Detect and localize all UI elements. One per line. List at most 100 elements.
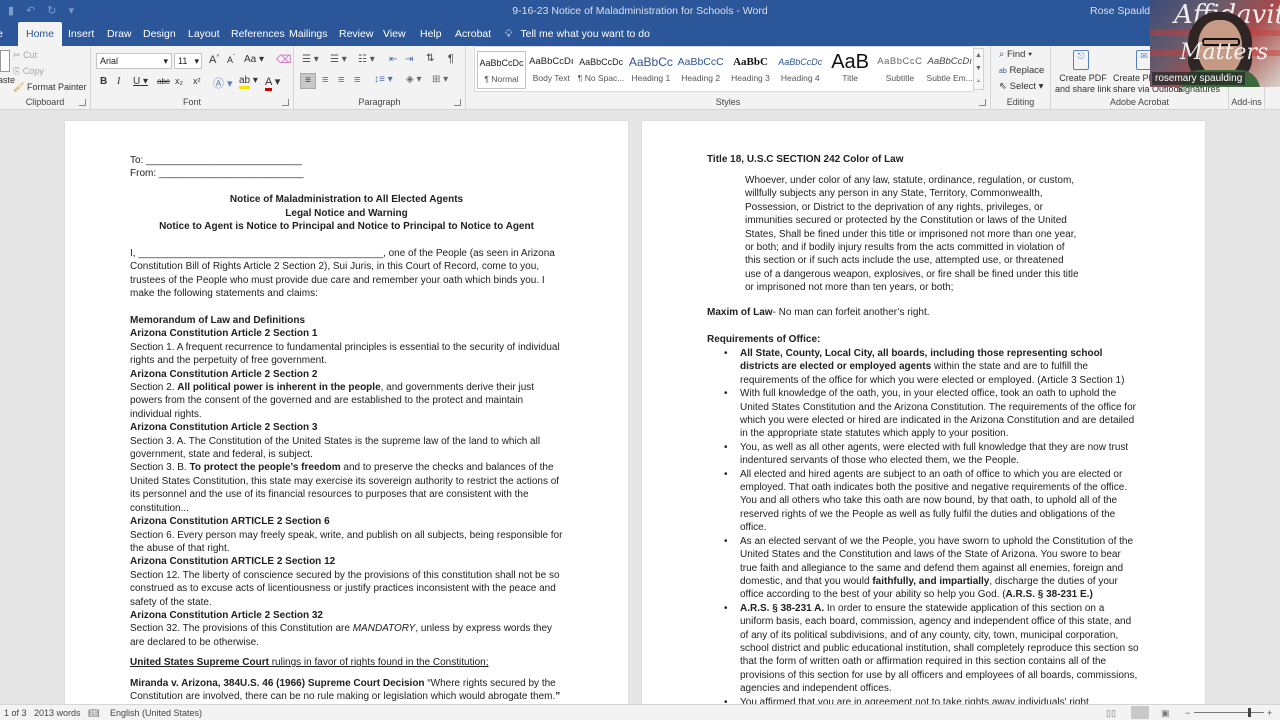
to-line[interactable]: To: ____________________________ (130, 154, 302, 167)
zoom-in-button[interactable]: + (1267, 708, 1272, 718)
numbering-icon[interactable]: ☰ ▾ (330, 54, 347, 65)
scotus-heading: United States Supreme Court rulings in f… (130, 656, 565, 669)
line-spacing-icon[interactable]: ↕≡ ▾ (374, 74, 393, 85)
style-subtitle[interactable]: AaBbCcC Subtitle (875, 51, 924, 89)
tab-file[interactable]: File (0, 22, 11, 46)
find-button[interactable]: ⌕ Find ▾ (999, 49, 1032, 60)
document-canvas[interactable]: To: ____________________________ From: _… (0, 110, 1280, 704)
font-name-select[interactable]: Arial ▾ (96, 53, 172, 69)
paste-icon[interactable] (0, 50, 10, 72)
change-case-button[interactable]: Aa ▾ (244, 54, 264, 65)
word-count[interactable]: 2013 words (34, 708, 81, 718)
section-heading: Arizona Constitution Article 2 Section 3… (130, 609, 323, 621)
tab-help[interactable]: Help (412, 22, 450, 46)
select-button[interactable]: ⇖ Select ▾ (999, 81, 1043, 92)
style-heading-4[interactable]: AaBbCcDc Heading 4 (776, 51, 825, 89)
document-page-1[interactable]: To: ____________________________ From: _… (65, 121, 628, 704)
style-heading-2[interactable]: AaBbCcC Heading 2 (676, 51, 725, 89)
shading-icon[interactable]: ◈ ▾ (406, 74, 422, 85)
decrease-indent-icon[interactable]: ⇤ (389, 54, 397, 65)
tab-draw[interactable]: Draw (99, 22, 140, 46)
font-size-select[interactable]: 11 ▾ (174, 53, 202, 69)
clear-formatting-icon[interactable]: ⌫ (276, 53, 292, 66)
style-body-text[interactable]: AaBbCcDı Body Text (527, 51, 576, 89)
language[interactable]: English (United States) (110, 708, 202, 718)
zoom-out-button[interactable]: − (1185, 708, 1190, 718)
increase-indent-icon[interactable]: ⇥ (405, 54, 413, 65)
styles-dialog-launcher[interactable] (979, 99, 986, 106)
style-subtle-em[interactable]: AaBbCcDı Subtle Em... (925, 51, 974, 89)
format-painter-button[interactable]: 🖌︎ Format Painter (13, 82, 86, 93)
style-heading-1[interactable]: AaBbCc Heading 1 (626, 51, 675, 89)
justify-icon[interactable]: ≡ (354, 74, 360, 86)
font-color-button[interactable]: A ▾ (265, 75, 280, 91)
scissors-icon: ✂︎ (13, 50, 21, 60)
zoom-slider[interactable] (1194, 708, 1264, 717)
requirements-heading: Requirements of Office: (707, 334, 821, 345)
style-name: Subtitle (885, 73, 915, 83)
page-count[interactable]: 1 of 3 (4, 708, 27, 718)
from-line[interactable]: From: __________________________ (130, 167, 304, 180)
scroll-down-icon[interactable]: ▼ (974, 62, 983, 75)
style-no-spac[interactable]: AaBbCcDc ¶ No Spac... (577, 51, 626, 89)
align-right-icon[interactable]: ≡ (338, 74, 344, 86)
tab-insert[interactable]: Insert (60, 22, 102, 46)
text-effects-icon[interactable]: Ⓐ ▾ (213, 75, 233, 91)
grow-font-button[interactable]: A^ (209, 54, 219, 66)
zoom-slider-thumb[interactable] (1248, 708, 1251, 717)
style-heading-3[interactable]: AaBbC Heading 3 (726, 51, 775, 89)
tab-review[interactable]: Review (331, 22, 381, 46)
tab-view[interactable]: View (375, 22, 414, 46)
bold-button[interactable]: B (100, 76, 107, 87)
tab-acrobat[interactable]: Acrobat (447, 22, 499, 46)
borders-icon[interactable]: ⊞ ▾ (432, 74, 448, 85)
copy-button[interactable]: ⎘ Copy (13, 66, 44, 77)
style-normal[interactable]: AaBbCcDc ¶ Normal (477, 51, 526, 89)
show-formatting-button[interactable]: ¶ (448, 53, 454, 65)
underline-button[interactable]: U ▾ (133, 76, 148, 87)
style-title[interactable]: AaB Title (826, 51, 875, 89)
more-styles-icon[interactable]: ⩡ (974, 75, 983, 88)
style-preview: AaBbCcDc (778, 57, 823, 67)
replace-button[interactable]: ab Replace (999, 65, 1044, 76)
tab-design[interactable]: Design (135, 22, 184, 46)
cut-button[interactable]: ✂︎ Cut (13, 50, 37, 61)
proofing-icon[interactable]: 📖︎ (88, 708, 99, 719)
align-center-icon[interactable]: ≡ (322, 74, 328, 86)
scroll-up-icon[interactable]: ▲ (974, 49, 983, 62)
highlighter-icon: ab (239, 75, 251, 89)
highlight-color-button[interactable]: ab ▾ (239, 75, 258, 89)
create-pdf-label-1: Create PDF (1059, 73, 1107, 83)
list-item: All elected and hired agents are subject… (724, 468, 1140, 535)
style-name: Heading 3 (731, 73, 770, 83)
styles-scroll[interactable]: ▲ ▼ ⩡ (973, 48, 984, 90)
document-page-2[interactable]: Title 18, U.S.C SECTION 242 Color of Law… (642, 121, 1205, 704)
subscript-button[interactable]: x₂ (175, 76, 183, 86)
webcam-overlay-text-2: Matters (1180, 40, 1269, 65)
tab-mailings[interactable]: Mailings (281, 22, 336, 46)
paragraph-dialog-launcher[interactable] (454, 99, 461, 106)
align-left-icon[interactable]: ≡ (300, 73, 316, 89)
sort-icon[interactable]: ⇅ (426, 53, 434, 64)
web-layout-icon[interactable]: ▣ (1161, 708, 1170, 719)
section-text: Section 6. Every person may freely speak… (130, 529, 563, 554)
text-run: Section 3. B. (130, 462, 190, 474)
section-text: Section 1. A frequent recurrence to fund… (130, 341, 560, 367)
italic-button[interactable]: I (117, 76, 120, 87)
tab-home[interactable]: Home (18, 22, 63, 46)
font-size-value: 11 (178, 56, 188, 66)
superscript-button[interactable]: x² (193, 76, 201, 86)
shrink-font-button[interactable]: Aˇ (227, 55, 235, 65)
multilevel-list-icon[interactable]: ☷ ▾ (358, 54, 375, 65)
replace-label: Replace (1009, 65, 1045, 76)
clipboard-dialog-launcher[interactable] (79, 99, 86, 106)
font-dialog-launcher[interactable] (282, 99, 289, 106)
strikethrough-button[interactable]: abc (157, 77, 170, 86)
read-mode-icon[interactable]: ▯▯ (1106, 708, 1116, 719)
bullets-icon[interactable]: ☰ ▾ (302, 54, 319, 65)
print-layout-icon[interactable] (1131, 706, 1149, 719)
font-label: Font (182, 97, 201, 107)
create-pdf-share-link-button[interactable]: Create PDF and share link (1055, 73, 1111, 95)
tell-me-search[interactable]: 💡︎ Tell me what you want to do (505, 22, 650, 46)
tab-layout[interactable]: Layout (180, 22, 228, 46)
